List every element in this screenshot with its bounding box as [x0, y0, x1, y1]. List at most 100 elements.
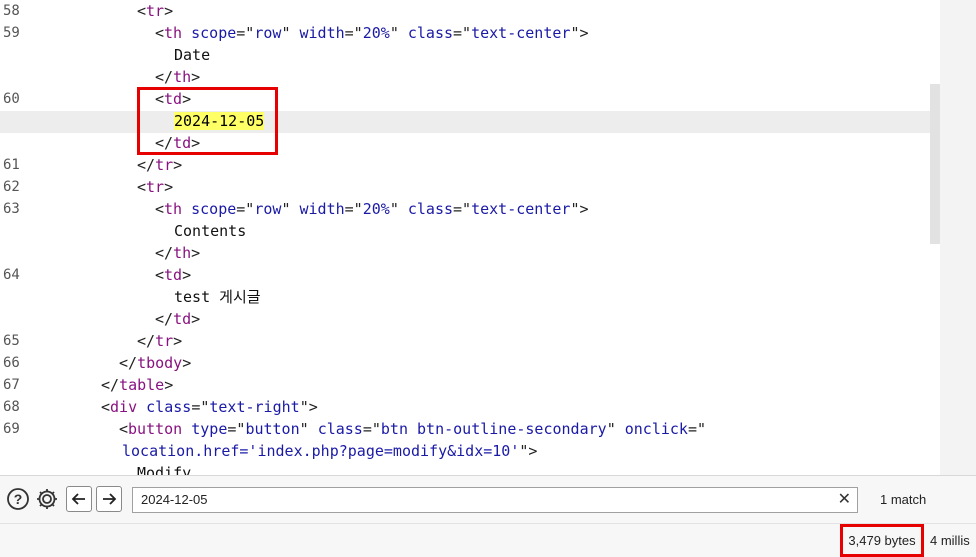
code-token: <: [155, 200, 165, 218]
find-input[interactable]: 2024-12-05 ✕: [132, 487, 858, 513]
code-line: 58 <tr>: [0, 0, 940, 22]
line-number: 68: [3, 399, 20, 415]
code-token: </: [137, 332, 156, 350]
code-token: =": [191, 398, 210, 416]
code-token: =": [453, 24, 472, 42]
code-text: </th>: [155, 66, 200, 88]
code-token: =": [344, 24, 363, 42]
code-text: Modify: [137, 462, 191, 475]
code-token: =": [236, 24, 255, 42]
code-token: class: [407, 24, 454, 42]
code-token: class: [317, 420, 363, 438]
code-token: <: [119, 420, 129, 438]
code-text: <th scope="row" width="20%" class="text-…: [155, 22, 589, 44]
code-token: type: [191, 420, 228, 438]
code-token: 20%: [362, 200, 390, 218]
svg-text:?: ?: [14, 491, 23, 507]
line-number: 69: [3, 421, 20, 437]
code-token: >: [191, 244, 201, 262]
code-text: <tr>: [137, 176, 173, 198]
code-token: ">: [570, 200, 589, 218]
code-token: text-center: [471, 200, 571, 218]
code-token: width: [299, 24, 345, 42]
code-token: <: [155, 266, 165, 284]
code-text: test 게시글: [174, 286, 261, 308]
code-line: 66 </tbody>: [0, 352, 940, 374]
code-token: text-center: [471, 24, 571, 42]
code-line: </th>: [0, 242, 940, 264]
code-line: 62 <tr>: [0, 176, 940, 198]
code-token: td: [164, 266, 183, 284]
code-line: 69 <button type="button" class="btn btn-o…: [0, 418, 940, 440]
code-line: 59 <th scope="row" width="20%" class="tex…: [0, 22, 940, 44]
code-token: th: [173, 244, 192, 262]
code-token: >: [191, 68, 201, 86]
code-token: onclick: [624, 420, 688, 438]
line-number: 61: [3, 157, 20, 173]
gear-icon: [37, 489, 57, 509]
code-line: Modify: [0, 462, 940, 475]
code-text: <button type="button" class="btn btn-out…: [119, 418, 706, 440]
line-number: 67: [3, 377, 20, 393]
code-text: <td>: [155, 264, 191, 286]
find-input-value: 2024-12-05: [141, 492, 208, 507]
annotation-box-date-cell: [137, 87, 278, 155]
help-button[interactable]: ?: [5, 486, 31, 512]
byte-count: 3,479 bytes: [840, 524, 924, 557]
code-token: <: [137, 2, 147, 20]
code-token: >: [191, 310, 201, 328]
line-number: 64: [3, 267, 20, 283]
code-line: 63 <th scope="row" width="20%" class="tex…: [0, 198, 940, 220]
code-token: button: [128, 420, 192, 438]
code-token: ">: [570, 24, 589, 42]
settings-button[interactable]: [34, 486, 60, 512]
code-token: tr: [146, 178, 165, 196]
code-token: td: [173, 310, 192, 328]
code-token: class: [407, 200, 454, 218]
code-token: ": [281, 24, 300, 42]
code-token: th: [173, 68, 192, 86]
code-token: >: [173, 156, 183, 174]
line-number: 66: [3, 355, 20, 371]
code-token: >: [182, 354, 192, 372]
clear-search-button[interactable]: ✕: [838, 488, 851, 512]
code-text: Contents: [174, 220, 246, 242]
code-text: <div class="text-right">: [101, 396, 318, 418]
code-token: </: [155, 310, 174, 328]
arrow-right-icon: [103, 493, 117, 505]
code-token: =": [687, 420, 707, 438]
code-line: 65 </tr>: [0, 330, 940, 352]
code-token: </: [119, 354, 138, 372]
next-match-button[interactable]: [96, 486, 122, 512]
line-number: 65: [3, 333, 20, 349]
code-line: Date: [0, 44, 940, 66]
code-token: 20%: [362, 24, 390, 42]
code-line: 67 </table>: [0, 374, 940, 396]
code-text: Date: [174, 44, 210, 66]
arrow-left-icon: [71, 493, 85, 505]
line-number: 62: [3, 179, 20, 195]
code-token: tr: [146, 2, 165, 20]
code-token: text-right: [209, 398, 300, 416]
code-token: ": [299, 420, 318, 438]
line-number: 58: [3, 3, 20, 19]
code-token: >: [182, 266, 192, 284]
vertical-scrollbar-thumb[interactable]: [930, 84, 940, 244]
code-line: location.href='index.php?page=modify&idx…: [0, 440, 940, 462]
code-token: <: [137, 178, 147, 196]
vertical-scrollbar-track[interactable]: [940, 0, 976, 475]
code-text: </th>: [155, 242, 200, 264]
code-text: </table>: [101, 374, 173, 396]
code-token: Modify: [137, 464, 192, 475]
code-token: Contents: [174, 222, 247, 240]
source-code-view[interactable]: 58 <tr> 59 <th scope="row" width="20%" clas…: [0, 0, 940, 475]
code-token: ": [389, 24, 408, 42]
code-token: >: [164, 376, 174, 394]
code-text: </tr>: [137, 154, 182, 176]
code-token: div: [110, 398, 147, 416]
code-token: Date: [174, 46, 211, 64]
previous-match-button[interactable]: [66, 486, 92, 512]
load-time: 4 millis: [930, 533, 970, 548]
code-text: location.href='index.php?page=modify&idx…: [122, 440, 537, 462]
code-token: <: [101, 398, 111, 416]
